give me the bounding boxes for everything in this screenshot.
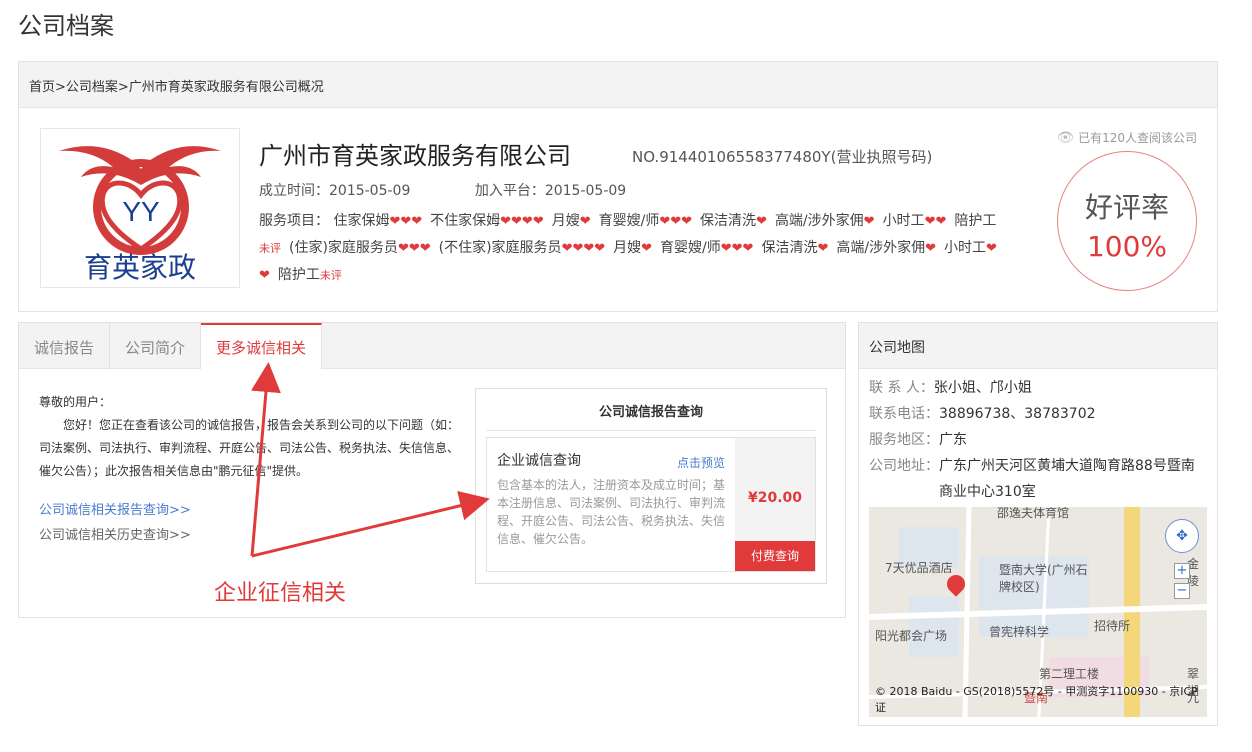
- heart-rating-icon: ❤❤❤: [659, 214, 693, 229]
- company-dates: 成立时间：2015-05-09 加入平台：2015-05-09: [259, 180, 686, 200]
- map-panel-title: 公司地图: [859, 323, 1217, 369]
- query-title: 公司诚信报告查询: [486, 401, 816, 431]
- service-item: 高端/涉外家佣❤: [774, 213, 875, 229]
- company-map[interactable]: 邵逸夫体育馆 7天优品酒店 暨南大学(广州石牌校区) 阳光都会广场 曾宪梓科学 …: [869, 507, 1207, 717]
- service-item: (住家)家庭服务员❤❤❤: [289, 240, 431, 256]
- map-label: 金陵: [1187, 557, 1200, 588]
- tab-credit-report[interactable]: 诚信报告: [19, 323, 111, 369]
- intro-body: 您好！您正在查看该公司的诚信报告，报告会关系到公司的以下问题（如：司法案例、司法…: [39, 418, 460, 478]
- query-box: 公司诚信报告查询 企业诚信查询 包含基本的法人，注册资本及成立时间；基本注册信息…: [475, 388, 827, 584]
- map-label: 招待所: [1094, 619, 1131, 633]
- preview-link[interactable]: 点击预览: [677, 454, 725, 471]
- heart-rating-icon: ❤❤❤: [397, 241, 431, 256]
- map-label: 曾宪梓科学: [989, 625, 1050, 639]
- tab-company-intro[interactable]: 公司简介: [110, 323, 202, 369]
- map-label: 7天优品酒店: [885, 561, 953, 575]
- unrated-badge: 未评: [319, 269, 342, 282]
- service-item: 月嫂❤: [551, 213, 591, 229]
- service-item: 月嫂❤: [613, 240, 653, 256]
- credit-panel: 诚信报告 公司简介 更多诚信相关 尊敬的用户： 您好！您正在查看该公司的诚信报告…: [18, 322, 846, 618]
- company-logo: YY 育英家政: [40, 128, 240, 288]
- service-item: 不住家保姆❤❤❤❤: [430, 213, 544, 229]
- contact-info: 联 系 人：张小姐、邝小姐 联系电话：38896738、38783702 服务地…: [859, 369, 1217, 511]
- service-item: 育婴嫂/师❤❤❤: [660, 240, 754, 256]
- heart-rating-icon: ❤: [817, 241, 829, 256]
- tab-more-credit[interactable]: 更多诚信相关: [201, 323, 323, 369]
- map-copyright: © 2018 Baidu - GS(2018)5572号 - 甲测资字11009…: [875, 685, 1198, 714]
- card-description: 包含基本的法人，注册资本及成立时间；基本注册信息、司法案例、司法执行、审判流程、…: [497, 478, 726, 546]
- annotation-label: 企业征信相关: [214, 581, 347, 606]
- heart-rating-icon: ❤❤❤: [389, 214, 423, 229]
- heart-rating-icon: ❤❤: [924, 214, 947, 229]
- price: ¥20.00: [747, 490, 803, 506]
- map-label: 阳光都会广场: [875, 629, 948, 643]
- eye-icon: 👁: [1056, 130, 1075, 146]
- zoom-in-button[interactable]: +: [1174, 563, 1190, 579]
- map-pan-control[interactable]: ✥: [1165, 519, 1199, 553]
- service-item: 保洁清洗❤: [761, 240, 829, 256]
- price-column: ¥20.00 付费查询: [735, 438, 815, 571]
- view-count: 👁 已有120人查阅该公司: [1056, 130, 1197, 146]
- service-item: 育婴嫂/师❤❤❤: [598, 213, 693, 229]
- heart-rating-icon: ❤: [756, 214, 767, 229]
- zoom-out-button[interactable]: −: [1174, 583, 1190, 599]
- founded-date: 成立时间：2015-05-09: [259, 183, 411, 199]
- registration-number: NO.91440106558377480Y(营业执照号码): [632, 148, 933, 166]
- heart-rating-icon: ❤❤❤❤: [500, 214, 544, 229]
- service-list: 服务项目： 住家保姆❤❤❤ 不住家保姆❤❤❤❤ 月嫂❤ 育婴嫂/师❤❤❤ 保洁清洗❤ 高端…: [259, 208, 999, 289]
- heart-rating-icon: ❤: [579, 214, 591, 229]
- joined-date: 加入平台：2015-05-09: [474, 183, 627, 199]
- rating-label: 好评率: [1084, 191, 1169, 224]
- service-item: (不住家)家庭服务员❤❤❤❤: [438, 240, 606, 256]
- service-item: 小时工❤❤: [882, 213, 947, 229]
- map-label: 暨南大学(广州石牌校区): [999, 563, 1088, 594]
- intro-text: 尊敬的用户： 您好！您正在查看该公司的诚信报告，报告会关系到公司的以下问题（如：…: [39, 391, 459, 483]
- credit-report-link[interactable]: 公司诚信相关报告查询>>: [39, 499, 191, 518]
- rating-value: 100%: [1086, 230, 1168, 263]
- credit-history-link[interactable]: 公司诚信相关历史查询>>: [39, 524, 191, 543]
- service-item: 保洁清洗❤: [700, 213, 767, 229]
- unrated-badge: 未评: [259, 242, 281, 255]
- greeting: 尊敬的用户：: [39, 395, 112, 409]
- heart-rating-icon: ❤❤❤: [720, 241, 754, 256]
- service-area: 广东: [939, 432, 967, 448]
- service-item: 高端/涉外家佣❤: [836, 240, 936, 256]
- map-panel: 公司地图 联 系 人：张小姐、邝小姐 联系电话：38896738、3878370…: [858, 322, 1218, 726]
- company-profile-panel: 首页>公司档案>广州市育英家政服务有限公司概况 YY 育英家政 广州市育英家政服…: [18, 61, 1218, 312]
- company-name: 广州市育英家政服务有限公司: [259, 142, 571, 170]
- map-label: 邵逸夫体育馆: [997, 507, 1070, 520]
- contact-name: 张小姐、邝小姐: [933, 380, 1032, 396]
- heart-rating-icon: ❤: [863, 214, 875, 229]
- svg-text:YY: YY: [122, 196, 160, 227]
- services-label: 服务项目：: [259, 213, 329, 229]
- query-card: 企业诚信查询 包含基本的法人，注册资本及成立时间；基本注册信息、司法案例、司法执…: [486, 437, 816, 572]
- rating-badge: 好评率 100%: [1057, 151, 1197, 291]
- company-address: 广东广州天河区黄埔大道陶育路88号暨南商业中心310室: [939, 458, 1195, 500]
- contact-phone: 38896738、38783702: [939, 406, 1096, 422]
- service-item: 住家保姆❤❤❤: [333, 213, 423, 229]
- heart-rating-icon: ❤❤❤❤: [561, 241, 606, 256]
- page-title: 公司档案: [18, 12, 114, 40]
- service-item: 陪护工未评: [277, 267, 342, 283]
- pay-query-button[interactable]: 付费查询: [735, 541, 815, 571]
- tab-bar: 诚信报告 公司简介 更多诚信相关: [19, 323, 845, 369]
- heart-rating-icon: ❤: [925, 241, 936, 256]
- map-label: 第二理工楼: [1039, 667, 1100, 681]
- breadcrumb: 首页>公司档案>广州市育英家政服务有限公司概况: [19, 62, 1217, 108]
- heart-rating-icon: ❤: [641, 241, 653, 256]
- logo-graphic: YY 育英家政: [59, 146, 221, 284]
- svg-text:育英家政: 育英家政: [84, 251, 196, 284]
